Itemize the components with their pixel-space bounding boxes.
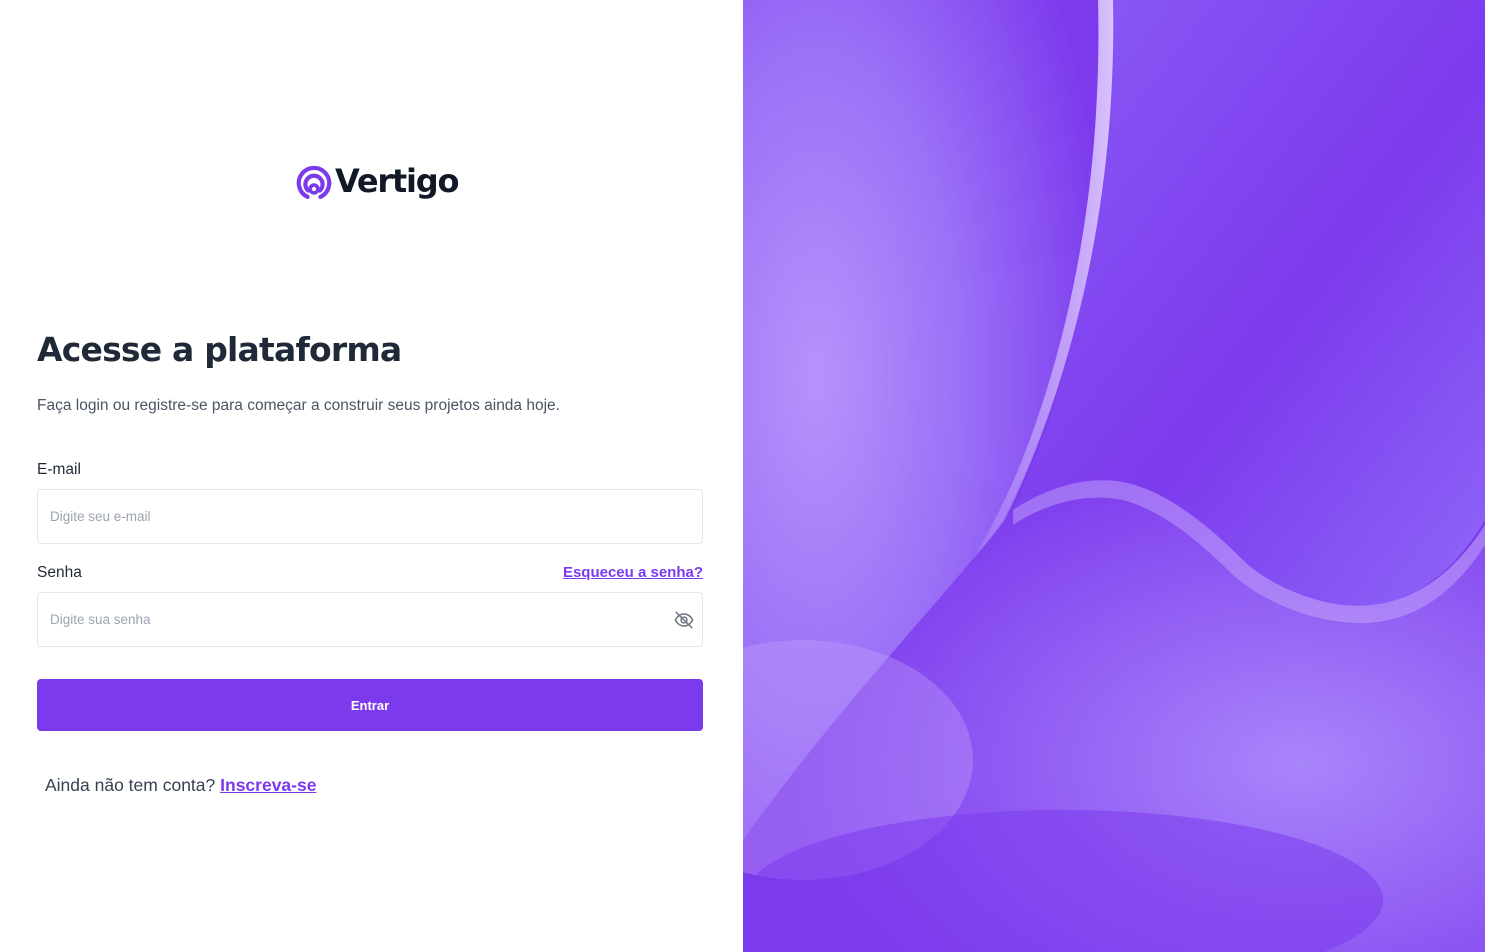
login-page: Vertigo Acesse a plataforma Faça login o… — [0, 0, 1485, 952]
brand-name: Vertigo — [335, 162, 459, 200]
signup-link[interactable]: Inscreva-se — [220, 775, 316, 795]
email-label: E-mail — [37, 461, 81, 478]
submit-button[interactable]: Entrar — [37, 679, 703, 731]
vertigo-signal-icon — [296, 165, 332, 199]
signup-row: Ainda não tem conta? Inscreva-se — [45, 773, 316, 797]
hero-background — [743, 0, 1485, 952]
password-label: Senha — [37, 564, 82, 581]
brand-logo: Vertigo — [296, 160, 459, 202]
email-field — [37, 489, 703, 544]
abstract-wave-image — [743, 0, 1485, 952]
forgot-password-link[interactable]: Esqueceu a senha? — [563, 563, 703, 583]
eye-off-icon[interactable] — [673, 609, 695, 631]
page-subtitle: Faça login ou registre-se para começar a… — [37, 397, 560, 414]
page-title: Acesse a plataforma — [37, 330, 402, 369]
password-input[interactable] — [38, 593, 702, 646]
password-field — [37, 592, 703, 647]
signup-prompt: Ainda não tem conta? — [45, 775, 216, 795]
email-input[interactable] — [38, 490, 702, 543]
login-panel: Vertigo Acesse a plataforma Faça login o… — [0, 0, 743, 952]
